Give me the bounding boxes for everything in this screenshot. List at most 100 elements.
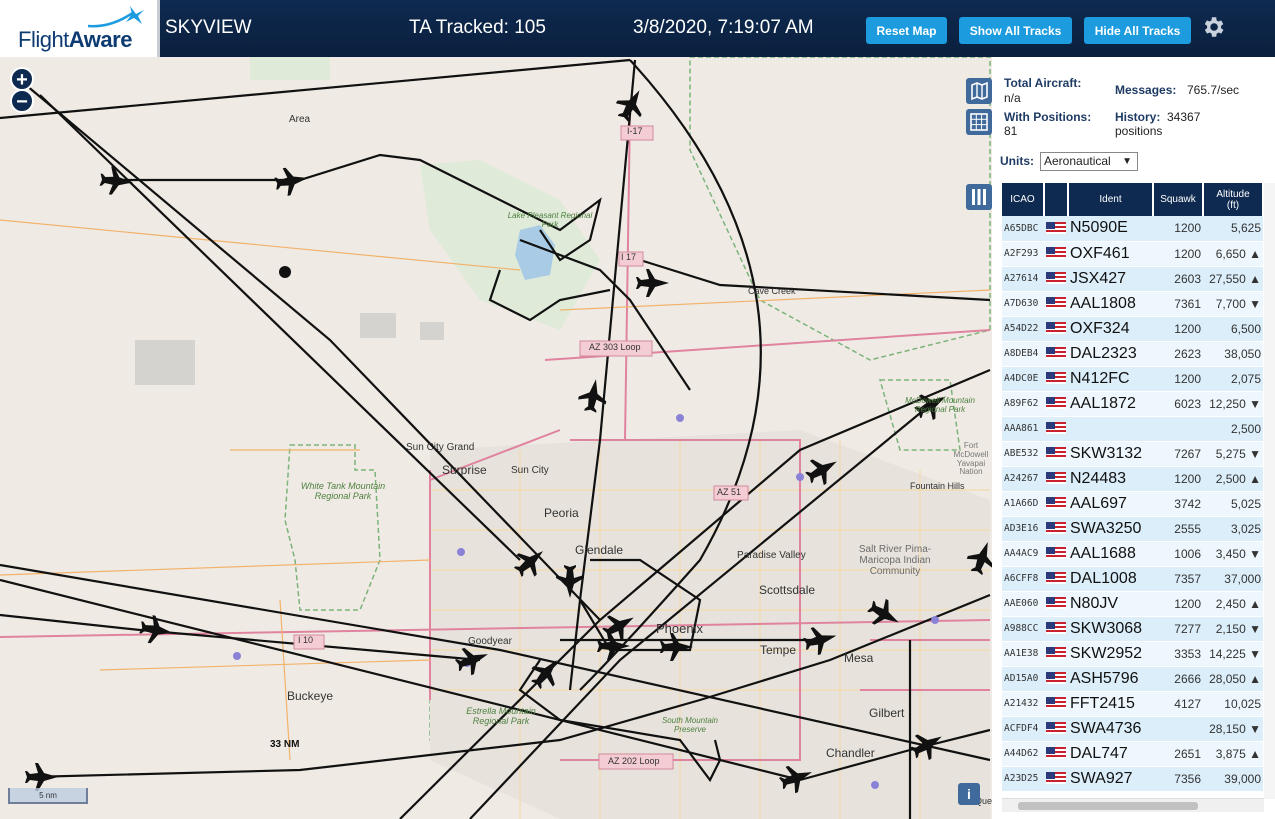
table-row[interactable]: A8DEB4 DAL2323 2623 38,050 (1002, 341, 1263, 367)
map-canvas[interactable]: Area I-17 Lake Pleasant Regional Park I 17 C… (0, 57, 992, 819)
table-row[interactable]: A7D630 AAL1808 7361 7,700 ▼ (1002, 291, 1263, 317)
zoom-in-button[interactable]: + (10, 67, 34, 91)
table-row[interactable]: A24267 N24483 1200 2,500 ▲ (1002, 466, 1263, 492)
scrollbar-thumb[interactable] (1018, 802, 1198, 810)
squawk-cell: 7361 (1153, 291, 1203, 317)
table-row[interactable]: A54D22 OXF324 1200 6,500 (1002, 316, 1263, 342)
us-flag-icon (1044, 441, 1068, 467)
altitude-cell: 5,625 (1203, 216, 1263, 242)
total-aircraft-value: n/a (1004, 91, 1021, 105)
grid-icon[interactable] (966, 109, 992, 135)
us-flag-icon (1046, 422, 1066, 435)
vertical-scrollbar[interactable] (1264, 183, 1275, 799)
us-flag-icon (1046, 647, 1066, 660)
icao-cell: A23D25 (1002, 766, 1044, 792)
altitude-cell: 2,500 (1203, 416, 1263, 442)
us-flag-icon (1044, 591, 1068, 617)
map-layers-icon[interactable] (966, 78, 992, 104)
map-place-label: AZ 51 (717, 487, 742, 497)
table-row[interactable]: A44D62 DAL747 2651 3,875 ▲ (1002, 741, 1263, 767)
ident-cell (1068, 416, 1153, 442)
ident-cell: AAL1808 (1068, 291, 1153, 317)
altitude-cell: 2,500 ▲ (1203, 466, 1263, 492)
show-all-tracks-button[interactable]: Show All Tracks (959, 17, 1072, 44)
altitude-cell: 5,275 ▼ (1203, 441, 1263, 467)
units-select[interactable]: Aeronautical ▼ (1040, 152, 1138, 171)
table-row[interactable]: A988CC SKW3068 7277 2,150 ▼ (1002, 616, 1263, 642)
table-row[interactable]: A65DBC N5090E 1200 5,625 (1002, 216, 1263, 242)
table-row[interactable]: ABE532 SKW3132 7267 5,275 ▼ (1002, 441, 1263, 467)
altitude-cell: 6,650 ▲ (1203, 241, 1263, 267)
history-value: 34367 (1167, 110, 1201, 124)
brand-name: FlightAware (18, 27, 132, 52)
icao-cell: AAE060 (1002, 591, 1044, 617)
col-icao[interactable]: ICAO (1002, 183, 1045, 216)
table-row[interactable]: A21432 FFT2415 4127 10,025 (1002, 691, 1263, 717)
messages-label: Messages: (1115, 83, 1177, 97)
us-flag-icon (1044, 666, 1068, 692)
ident-cell: AAL1688 (1068, 541, 1153, 567)
chevron-down-icon: ▼ (1122, 156, 1132, 167)
squawk-cell (1153, 716, 1203, 742)
info-icon[interactable]: i (958, 783, 980, 805)
icao-cell: AD3E16 (1002, 516, 1044, 542)
table-row[interactable]: A1A66D AAL697 3742 5,025 (1002, 491, 1263, 517)
ident-cell: N5090E (1068, 216, 1153, 242)
us-flag-icon (1046, 672, 1066, 685)
us-flag-icon (1046, 722, 1066, 735)
horizontal-scrollbar[interactable] (1002, 798, 1264, 812)
table-row[interactable]: AA1E38 SKW2952 3353 14,225 ▼ (1002, 641, 1263, 667)
altitude-cell: 2,150 ▼ (1203, 616, 1263, 642)
table-row[interactable]: A27614 JSX427 2603 27,550 ▲ (1002, 266, 1263, 292)
us-flag-icon (1046, 247, 1066, 260)
scale-bar: 5 nm (8, 788, 88, 804)
squawk-cell: 2651 (1153, 741, 1203, 767)
us-flag-icon (1046, 222, 1066, 235)
table-row[interactable]: AAE060 N80JV 1200 2,450 ▲ (1002, 591, 1263, 617)
map-place-label: Gilbert (869, 706, 905, 720)
table-row[interactable]: A23D25 SWA927 7356 39,000 (1002, 766, 1263, 792)
units-label: Units: (1000, 154, 1034, 168)
table-row[interactable]: A4DC0E N412FC 1200 2,075 (1002, 366, 1263, 392)
hide-all-tracks-button[interactable]: Hide All Tracks (1084, 17, 1191, 44)
col-altitude[interactable]: Altitude (ft) (1203, 183, 1264, 216)
us-flag-icon (1044, 716, 1068, 742)
col-ident[interactable]: Ident (1068, 183, 1154, 216)
table-row[interactable]: AAA861 2,500 (1002, 416, 1263, 442)
ident-cell: DAL2323 (1068, 341, 1153, 367)
col-flag[interactable] (1044, 183, 1069, 216)
us-flag-icon (1044, 516, 1068, 542)
columns-icon[interactable] (966, 184, 992, 210)
table-row[interactable]: A89F62 AAL1872 6023 12,250 ▼ (1002, 391, 1263, 417)
map-place-label: Sun City Grand (406, 442, 475, 453)
icao-cell: A27614 (1002, 266, 1044, 292)
us-flag-icon (1044, 216, 1068, 242)
zoom-out-button[interactable]: − (10, 89, 34, 113)
table-row[interactable]: AD3E16 SWA3250 2555 3,025 (1002, 516, 1263, 542)
table-row[interactable]: A2F293 OXF461 1200 6,650 ▲ (1002, 241, 1263, 267)
reset-map-button[interactable]: Reset Map (866, 17, 947, 44)
top-bar: FlightAware SKYVIEW TA Tracked: 105 3/8/… (0, 0, 1275, 57)
squawk-cell (1153, 416, 1203, 442)
ident-cell: JSX427 (1068, 266, 1153, 292)
aircraft-table-container[interactable]: ICAO Ident Squawk Altitude (ft) A65DBC N5… (1002, 183, 1264, 803)
table-row[interactable]: AA4AC9 AAL1688 1006 3,450 ▼ (1002, 541, 1263, 567)
table-row[interactable]: A6CFF8 DAL1008 7357 37,000 (1002, 566, 1263, 592)
table-row[interactable]: ACFDF4 SWA4736 28,150 ▼ (1002, 716, 1263, 742)
us-flag-icon (1044, 566, 1068, 592)
us-flag-icon (1046, 597, 1066, 610)
col-squawk[interactable]: Squawk (1153, 183, 1204, 216)
squawk-cell: 7357 (1153, 566, 1203, 592)
us-flag-icon (1046, 447, 1066, 460)
icao-cell: ABE532 (1002, 441, 1044, 467)
ident-cell: DAL1008 (1068, 566, 1153, 592)
gear-icon[interactable] (1200, 14, 1226, 40)
us-flag-icon (1044, 741, 1068, 767)
map-place-label: Surprise (442, 463, 487, 477)
ta-tracked-count: TA Tracked: 105 (409, 17, 546, 38)
map-place-label: Estrella Mountain Regional Park (466, 706, 536, 726)
skyview-app: FlightAware SKYVIEW TA Tracked: 105 3/8/… (0, 0, 1275, 819)
altitude-cell: 3,450 ▼ (1203, 541, 1263, 567)
flightaware-logo[interactable]: FlightAware (0, 0, 160, 57)
table-row[interactable]: AD15A0 ASH5796 2666 28,050 ▲ (1002, 666, 1263, 692)
